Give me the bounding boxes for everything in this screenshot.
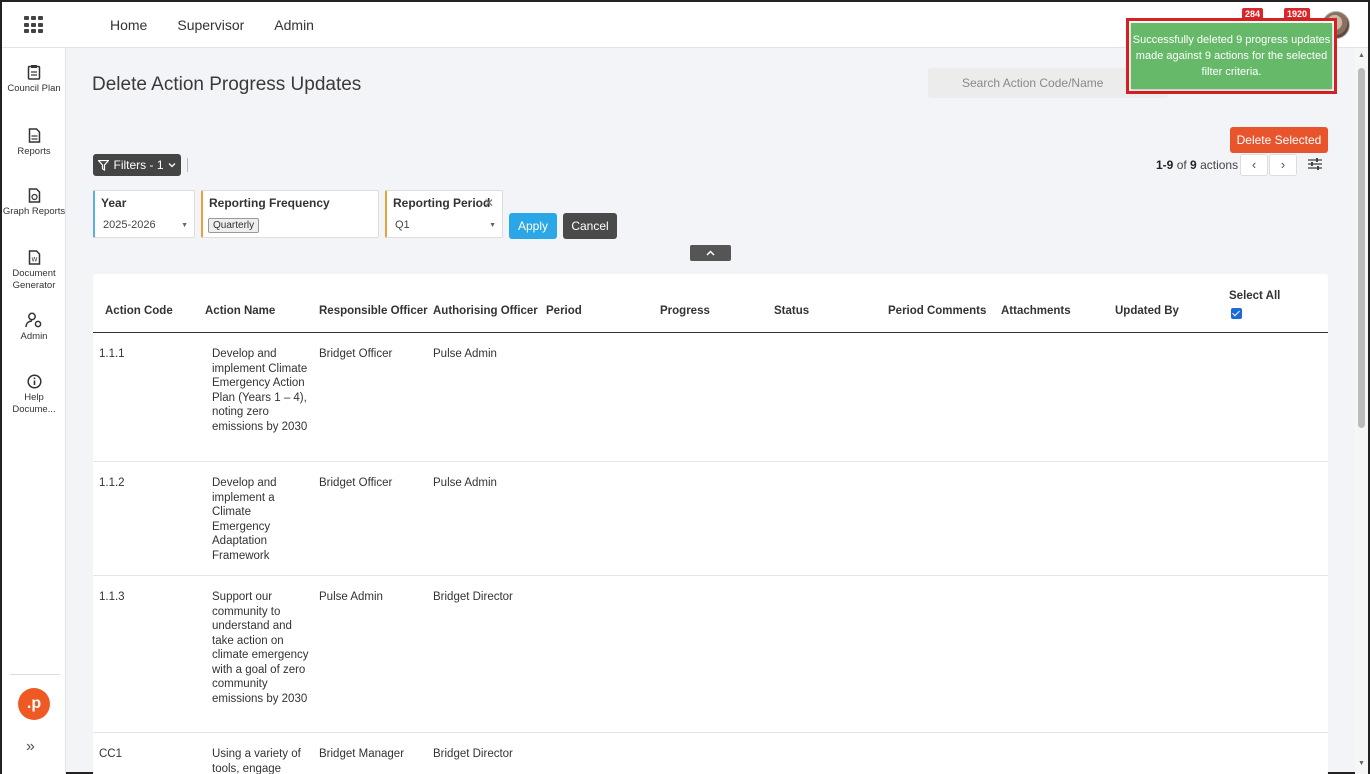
reporting-period-label: Reporting Period (393, 196, 491, 210)
column-header-period[interactable]: Period (546, 305, 582, 317)
nav-home[interactable]: Home (110, 17, 147, 33)
filter-icon (98, 159, 110, 171)
action-name: Using a variety of tools, engage (212, 748, 301, 774)
scroll-up-icon[interactable]: ▲ (1358, 52, 1365, 59)
sidebar-item-council-plan[interactable]: Council Plan (2, 64, 66, 95)
sidebar-item-label: Document Generator (12, 268, 56, 291)
prev-page-button[interactable]: ‹ (1240, 154, 1268, 176)
sidebar-item-label: Help Docume... (12, 392, 56, 415)
page-title: Delete Action Progress Updates (92, 74, 362, 95)
user-settings-icon (25, 312, 42, 328)
sidebar-item-label: Council Plan (7, 83, 61, 94)
action-code: 1.1.1 (99, 348, 125, 360)
column-header-action-name[interactable]: Action Name (205, 305, 275, 317)
reporting-frequency-label: Reporting Frequency (209, 196, 330, 210)
authorising-officer: Bridget Director (433, 748, 513, 760)
filters-divider (187, 158, 188, 172)
chevron-up-icon (706, 250, 715, 256)
action-name: Develop and implement Climate Emergency … (212, 348, 308, 433)
next-page-button[interactable]: › (1269, 154, 1297, 176)
reporting-period-filter[interactable]: Reporting Period ✕ Q1 ▼ (385, 190, 503, 238)
nav-supervisor[interactable]: Supervisor (177, 17, 244, 33)
page-scrollbar[interactable]: ▲ ▼ (1355, 48, 1368, 774)
responsible-officer: Bridget Manager (319, 748, 405, 760)
table-row: 1.1.3 Support our community to understan… (93, 576, 1328, 733)
scroll-down-icon[interactable]: ▼ (1358, 760, 1365, 767)
cancel-button[interactable]: Cancel (563, 213, 617, 239)
chevron-down-icon (168, 163, 175, 168)
action-name: Develop and implement a Climate Emergenc… (212, 477, 277, 562)
info-icon (26, 374, 42, 389)
filters-label: Filters - 1 (113, 158, 164, 172)
action-code: CC1 (99, 748, 123, 760)
success-toast-highlight: Successfully deleted 9 progress updates … (1126, 18, 1337, 94)
column-header-updated-by[interactable]: Updated By (1115, 305, 1179, 317)
column-header-progress[interactable]: Progress (660, 305, 710, 317)
expand-sidebar-icon[interactable]: » (26, 738, 35, 756)
column-header-status[interactable]: Status (774, 305, 809, 317)
column-settings-icon[interactable] (1307, 157, 1323, 171)
sidebar-item-label: Reports (17, 146, 51, 157)
table-row: 1.1.2 Develop and implement a Climate Em… (93, 462, 1328, 576)
action-code: 1.1.2 (99, 477, 125, 489)
responsible-officer: Bridget Officer (319, 477, 393, 489)
clipboard-icon (27, 65, 41, 80)
sidebar-item-document-generator[interactable]: W Document Generator (2, 250, 66, 292)
column-header-authorising-officer[interactable]: Authorising Officer (433, 305, 538, 317)
collapse-filters-button[interactable] (690, 245, 731, 261)
sidebar-item-label: Admin (20, 331, 48, 342)
top-nav: Home Supervisor Admin (110, 2, 314, 48)
year-filter-value: 2025-2026 (103, 219, 156, 231)
responsible-officer: Bridget Officer (319, 348, 393, 360)
table-row: CC1 Using a variety of tools, engage Bri… (93, 733, 1328, 774)
close-icon[interactable]: ✕ (484, 196, 494, 210)
sidebar: Council Plan Reports Graph Reports W Doc… (2, 48, 66, 774)
column-header-period-comments[interactable]: Period Comments (888, 305, 986, 317)
authorising-officer: Pulse Admin (433, 348, 497, 360)
sidebar-item-reports[interactable]: Reports (2, 128, 66, 158)
table-row: 1.1.1 Develop and implement Climate Emer… (93, 333, 1328, 462)
year-filter-label: Year (101, 196, 127, 210)
filters-button[interactable]: Filters - 1 (93, 154, 181, 176)
reporting-frequency-filter[interactable]: Reporting Frequency Quarterly (201, 190, 379, 238)
authorising-officer: Bridget Director (433, 591, 513, 603)
column-header-attachments[interactable]: Attachments (1001, 305, 1071, 317)
apps-grid-icon[interactable] (24, 16, 44, 34)
dropdown-caret-icon: ▼ (181, 222, 188, 229)
reporting-period-value: Q1 (395, 219, 410, 231)
sidebar-item-help-documents[interactable]: Help Docume... (2, 374, 66, 416)
word-document-icon: W (28, 250, 40, 265)
dropdown-caret-icon: ▼ (489, 222, 496, 229)
select-all-checkbox[interactable] (1231, 308, 1242, 319)
frequency-chip[interactable]: Quarterly (208, 218, 260, 233)
svg-text:W: W (31, 257, 37, 264)
select-all-label: Select All (1229, 290, 1281, 302)
brand-logo[interactable]: .p (18, 688, 50, 720)
sidebar-item-label: Graph Reports (2, 206, 66, 217)
sidebar-divider (10, 674, 60, 675)
year-filter[interactable]: Year 2025-2026 ▼ (93, 190, 195, 238)
column-header-action-code[interactable]: Action Code (105, 305, 173, 317)
nav-admin[interactable]: Admin (274, 17, 314, 33)
delete-selected-button[interactable]: Delete Selected (1230, 127, 1328, 153)
sidebar-item-graph-reports[interactable]: Graph Reports (2, 188, 66, 218)
responsible-officer: Pulse Admin (319, 591, 383, 603)
progress-updates-table: Action Code Action Name Responsible Offi… (93, 274, 1328, 774)
success-toast-message: Successfully deleted 9 progress updates … (1131, 23, 1332, 89)
apply-button[interactable]: Apply (509, 213, 557, 239)
sidebar-item-admin[interactable]: Admin (2, 312, 66, 343)
document-icon (28, 128, 40, 143)
scrollbar-thumb[interactable] (1358, 68, 1365, 428)
chart-document-icon (28, 188, 40, 203)
action-code: 1.1.3 (99, 591, 125, 603)
authorising-officer: Pulse Admin (433, 477, 497, 489)
pagination-info: 1-9 of 9 actions (1156, 158, 1239, 172)
action-name: Support our community to understand and … (212, 591, 309, 705)
column-header-responsible-officer[interactable]: Responsible Officer (319, 305, 428, 317)
